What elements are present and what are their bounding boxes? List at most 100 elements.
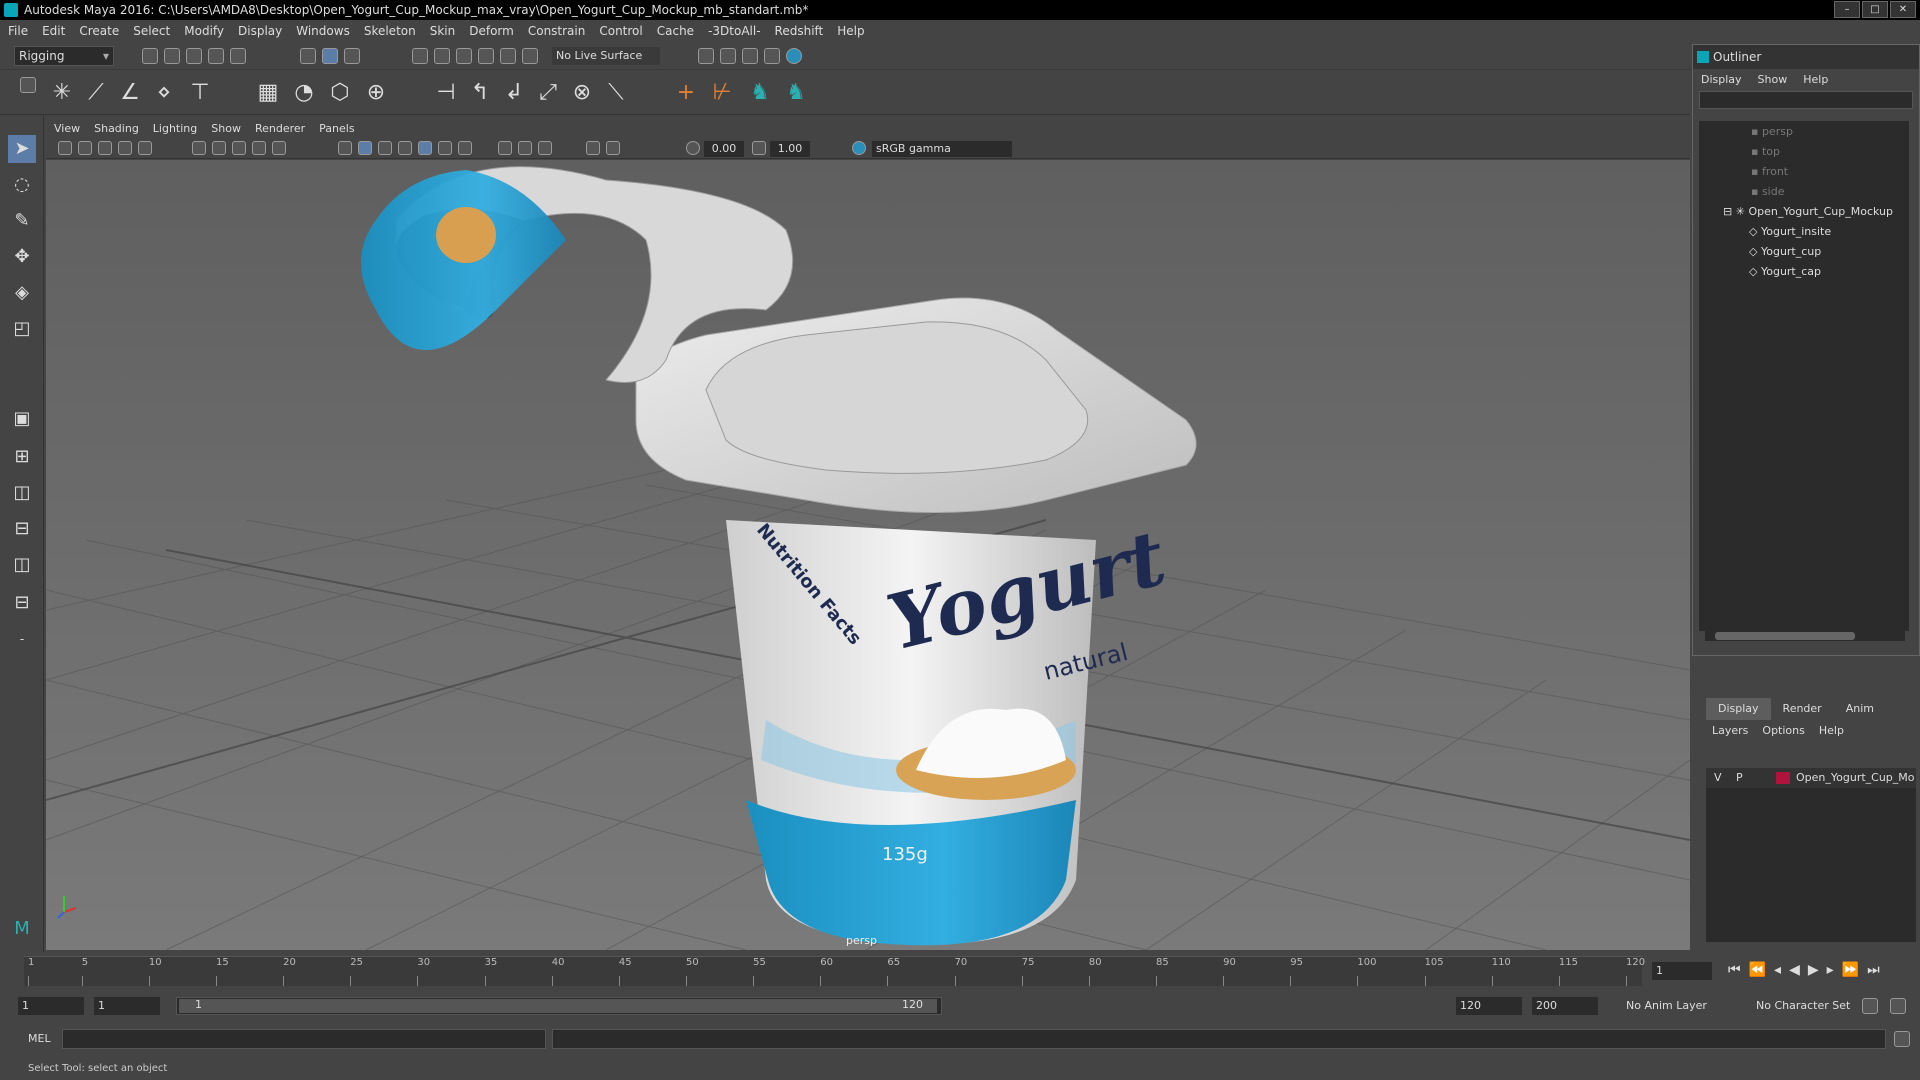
- view-transform-select[interactable]: sRGB gamma: [872, 141, 1012, 157]
- camera-attributes-icon[interactable]: [78, 141, 92, 155]
- end-time-field[interactable]: 200: [1532, 997, 1598, 1015]
- layout-two-icon[interactable]: ◫: [8, 479, 36, 507]
- image-plane-icon[interactable]: [118, 141, 132, 155]
- paint-select-icon[interactable]: ✎: [8, 207, 36, 235]
- vp-menu-renderer[interactable]: Renderer: [255, 122, 305, 135]
- layout-single-icon[interactable]: ▣: [8, 405, 36, 433]
- aim-constraint-icon[interactable]: ↰: [466, 79, 494, 107]
- film-gate-icon[interactable]: [192, 141, 206, 155]
- layer-visibility-toggle[interactable]: V: [1714, 768, 1722, 788]
- select-hierarchy-icon[interactable]: [300, 48, 316, 64]
- vp-menu-lighting[interactable]: Lighting: [153, 122, 197, 135]
- default-material-icon[interactable]: [378, 141, 392, 155]
- cluster-icon[interactable]: ⊕: [362, 79, 390, 107]
- menu-edit[interactable]: Edit: [42, 24, 65, 38]
- snap-point-icon[interactable]: [456, 48, 472, 64]
- lasso-tool-icon[interactable]: ◌: [8, 171, 36, 199]
- maximize-button[interactable]: □: [1862, 1, 1888, 18]
- layer-menu-help[interactable]: Help: [1819, 724, 1844, 737]
- render-settings-icon[interactable]: [764, 48, 780, 64]
- bookmark-icon[interactable]: [98, 141, 112, 155]
- go-to-end-icon[interactable]: ⏭: [1867, 962, 1880, 978]
- camera-select-icon[interactable]: [58, 141, 72, 155]
- ipr-render-icon[interactable]: [742, 48, 758, 64]
- open-scene-icon[interactable]: [164, 48, 180, 64]
- outliner-menu-help[interactable]: Help: [1803, 73, 1828, 86]
- lattice-icon[interactable]: ⬡: [326, 79, 354, 107]
- snap-view-icon[interactable]: [478, 48, 494, 64]
- vp-menu-view[interactable]: View: [54, 122, 80, 135]
- outliner-item[interactable]: ▪ top: [1751, 143, 1780, 161]
- xray-joints-icon[interactable]: [538, 141, 552, 155]
- outliner-item[interactable]: ▪ front: [1751, 163, 1788, 181]
- outliner-hscrollbar[interactable]: [1705, 631, 1905, 641]
- shelf-menu-icon[interactable]: [20, 77, 36, 93]
- snap-grid-icon[interactable]: [412, 48, 428, 64]
- save-scene-icon[interactable]: [186, 48, 202, 64]
- start-time-field[interactable]: 1: [18, 997, 84, 1015]
- outliner-menu-show[interactable]: Show: [1758, 73, 1788, 86]
- scale-constraint-icon[interactable]: ⤢: [534, 79, 562, 107]
- step-back-frame-icon[interactable]: ◂: [1774, 962, 1781, 978]
- character-set-select[interactable]: No Character Set: [1752, 997, 1870, 1015]
- exposure-icon[interactable]: [686, 141, 700, 155]
- undo-icon[interactable]: [208, 48, 224, 64]
- mode-selector[interactable]: Rigging: [14, 46, 114, 66]
- outliner-item[interactable]: ▪ side: [1751, 183, 1785, 201]
- hik-control-icon[interactable]: ♞: [782, 79, 810, 107]
- scale-tool-icon[interactable]: ◰: [8, 315, 36, 343]
- anim-prefs-icon[interactable]: [1890, 998, 1906, 1014]
- outliner-menu-display[interactable]: Display: [1701, 73, 1742, 86]
- menu-cache[interactable]: Cache: [657, 24, 694, 38]
- insert-joint-icon[interactable]: ⋄: [150, 79, 178, 107]
- menu-redshift[interactable]: Redshift: [775, 24, 824, 38]
- layout-persp-outliner-icon[interactable]: ⊟: [8, 515, 36, 543]
- snap-live-icon[interactable]: [522, 48, 538, 64]
- persp-viewport[interactable]: Yogurt natural Nutrition Facts 135g: [46, 160, 1690, 950]
- tab-render[interactable]: Render: [1771, 698, 1834, 720]
- mel-input[interactable]: [62, 1029, 546, 1049]
- render-view-icon[interactable]: [698, 48, 714, 64]
- outliner-search-input[interactable]: [1699, 91, 1913, 109]
- outliner-item[interactable]: ◇ Yogurt_cap: [1749, 263, 1821, 281]
- gamma-icon[interactable]: [752, 141, 766, 155]
- gamma-field[interactable]: 1.00: [770, 141, 810, 157]
- layer-playback-toggle[interactable]: P: [1736, 768, 1743, 788]
- menu-skeleton[interactable]: Skeleton: [364, 24, 416, 38]
- menu-deform[interactable]: Deform: [469, 24, 514, 38]
- menu-help[interactable]: Help: [837, 24, 864, 38]
- outliner-group-item[interactable]: ⊟ ✳ Open_Yogurt_Cup_Mockup: [1723, 203, 1893, 221]
- use-all-lights-icon[interactable]: [418, 141, 432, 155]
- anim-layer-select[interactable]: No Anim Layer: [1622, 997, 1734, 1015]
- ik-handle-icon[interactable]: ⟋: [82, 79, 110, 107]
- playback-start-field[interactable]: 1: [94, 997, 160, 1015]
- safe-action-icon[interactable]: [272, 141, 286, 155]
- layer-menu-options[interactable]: Options: [1762, 724, 1804, 737]
- pole-vector-icon[interactable]: ⟍: [602, 79, 630, 107]
- ambient-occlusion-icon[interactable]: [458, 141, 472, 155]
- outliner-item[interactable]: ◇ Yogurt_cup: [1749, 243, 1821, 261]
- menu-select[interactable]: Select: [133, 24, 170, 38]
- xray-icon[interactable]: [518, 141, 532, 155]
- script-editor-icon[interactable]: [1894, 1031, 1910, 1047]
- layout-hypershade-icon[interactable]: ⊟: [8, 589, 36, 617]
- close-button[interactable]: ✕: [1890, 1, 1916, 18]
- step-forward-key-icon[interactable]: ⏩: [1842, 962, 1859, 978]
- snap-curve-icon[interactable]: [434, 48, 450, 64]
- ik-spline-icon[interactable]: ∠: [116, 79, 144, 107]
- menu-3dtoall[interactable]: -3DtoAll-: [708, 24, 760, 38]
- vp-menu-panels[interactable]: Panels: [319, 122, 354, 135]
- color-management-icon[interactable]: [852, 141, 866, 155]
- exposure-field[interactable]: 0.00: [704, 141, 744, 157]
- field-chart-icon[interactable]: [252, 141, 266, 155]
- shadows-icon[interactable]: [438, 141, 452, 155]
- safe-title-icon[interactable]: [586, 141, 600, 155]
- menu-control[interactable]: Control: [599, 24, 642, 38]
- parent-constraint-icon[interactable]: ⊗: [568, 79, 596, 107]
- hik-icon[interactable]: ♞: [746, 79, 774, 107]
- resolution-gate-icon[interactable]: [212, 141, 226, 155]
- menu-display[interactable]: Display: [238, 24, 282, 38]
- menu-modify[interactable]: Modify: [184, 24, 224, 38]
- redo-icon[interactable]: [230, 48, 246, 64]
- step-forward-frame-icon[interactable]: ▸: [1827, 962, 1834, 978]
